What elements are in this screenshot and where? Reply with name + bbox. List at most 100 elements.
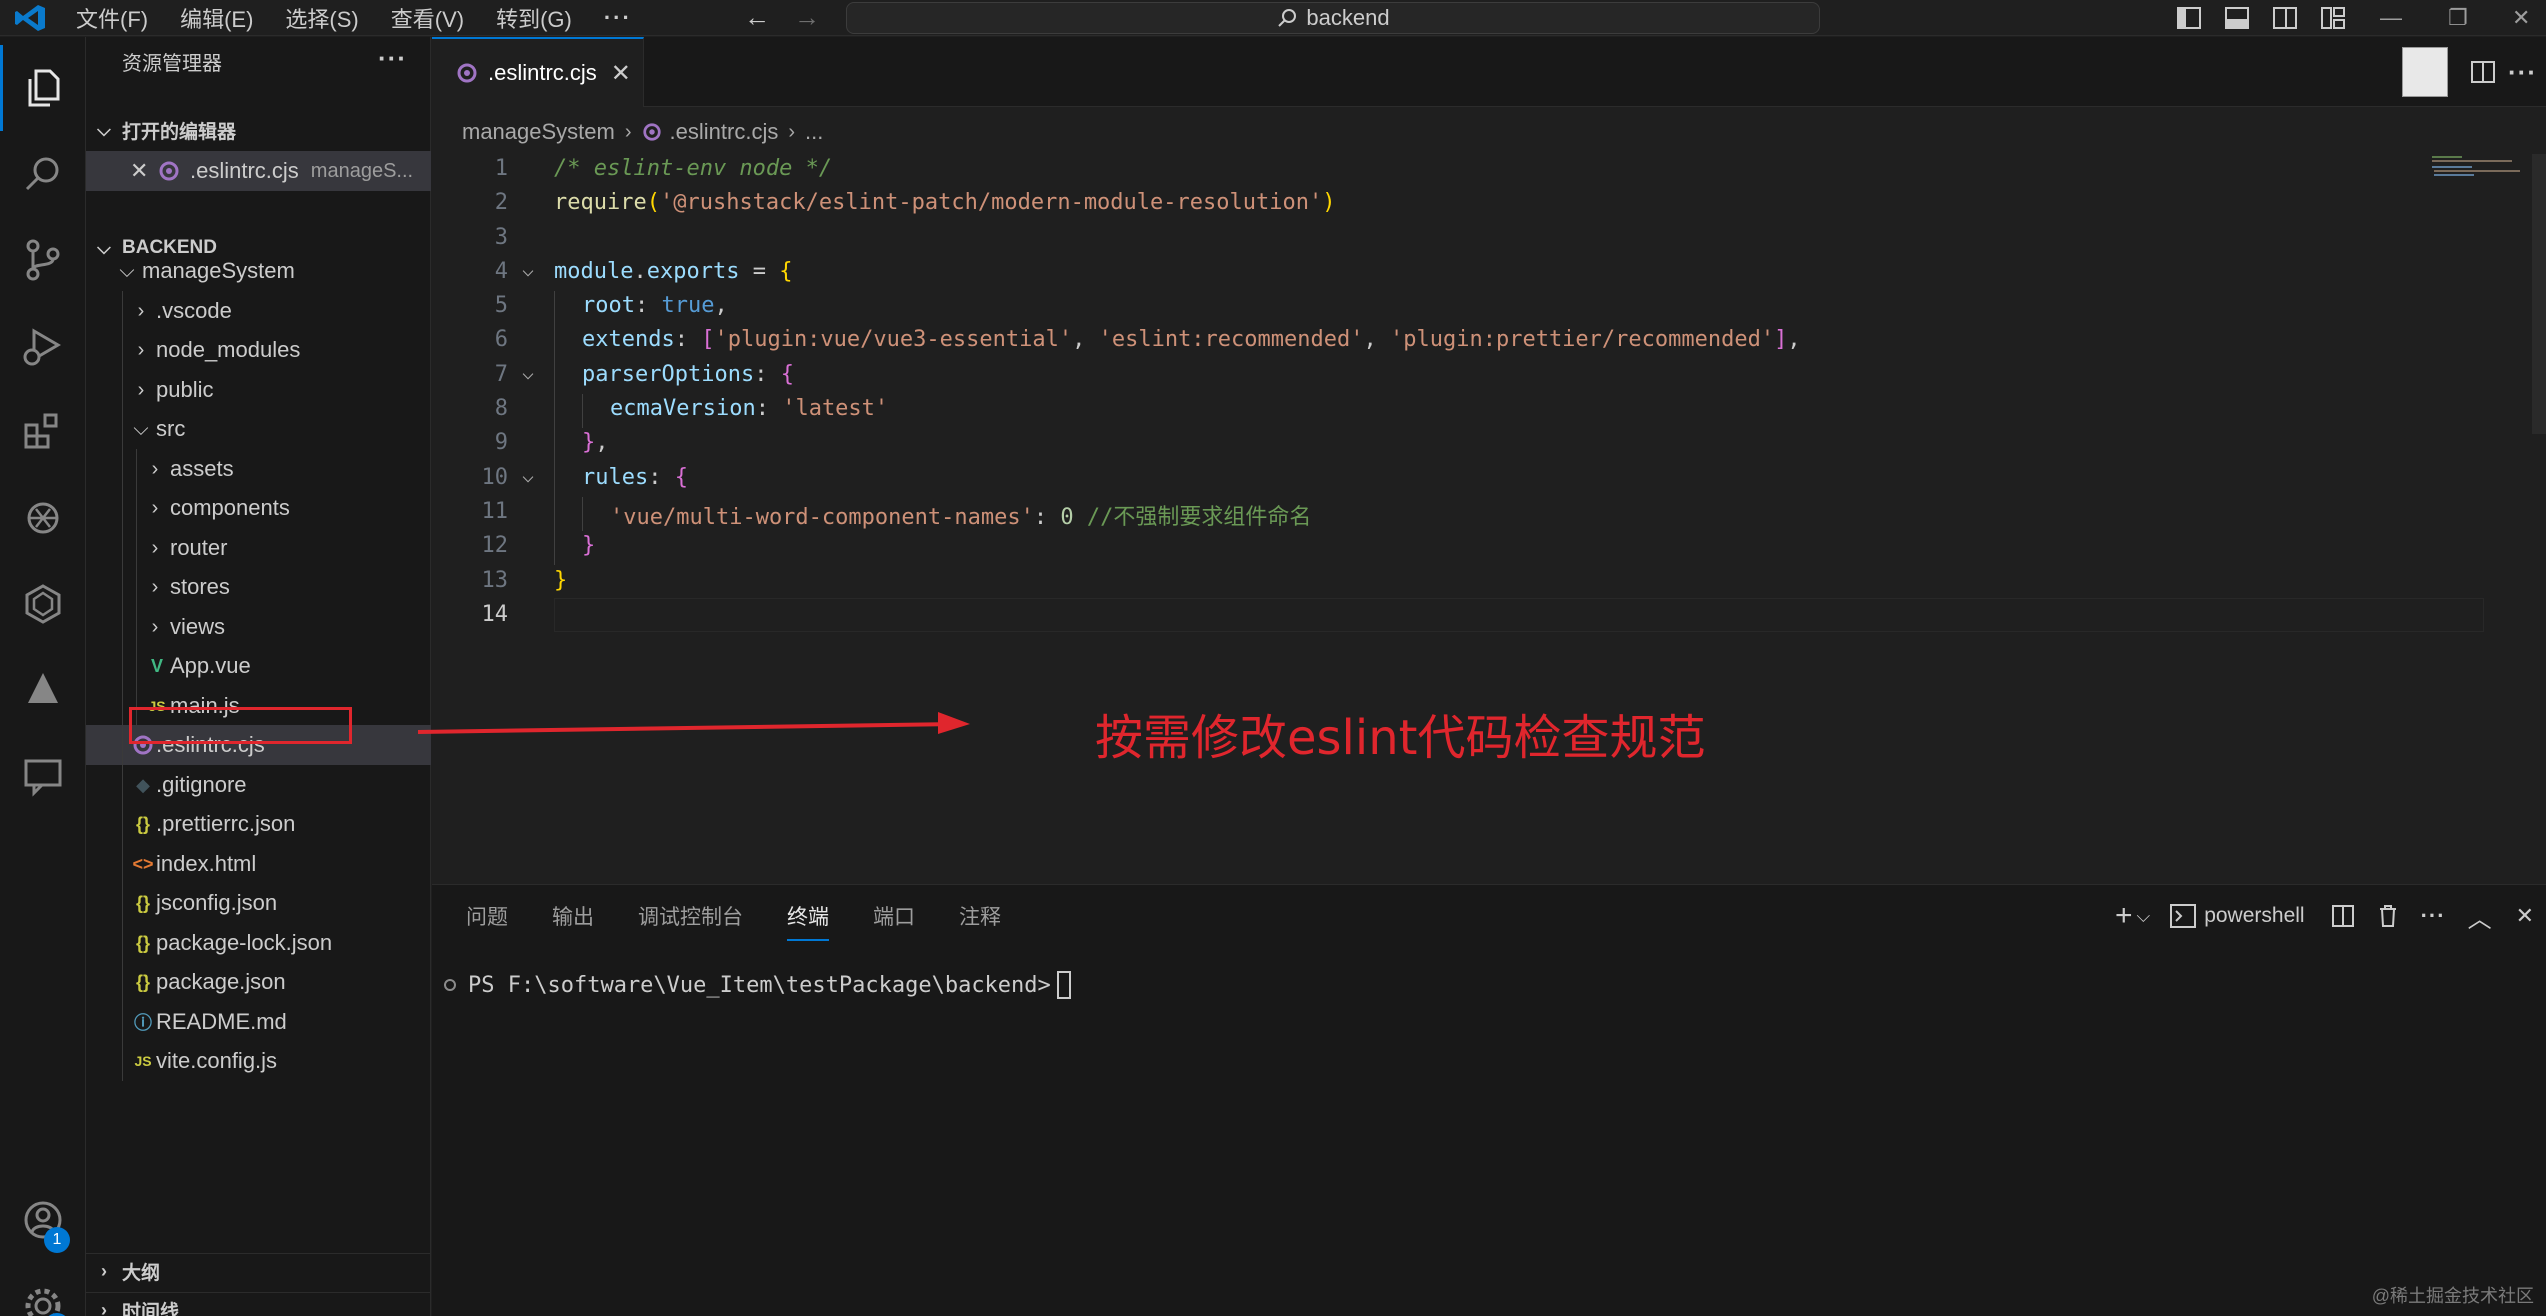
maximize-panel-icon[interactable]: ︿ — [2468, 899, 2492, 934]
editor-scrollbar[interactable] — [2532, 154, 2546, 434]
tree-item-vscode[interactable]: › .vscode — [86, 291, 431, 331]
breadcrumb-folder[interactable]: manageSystem — [462, 119, 615, 145]
tree-item-managesystem[interactable]: ⌵ manageSystem — [86, 251, 431, 291]
panel-tabs: 问题 输出 调试控制台 终端 端口 注释 — [466, 885, 1045, 947]
toggle-panel-icon[interactable] — [2224, 5, 2250, 31]
timeline-header[interactable]: › 时间线 — [86, 1292, 431, 1316]
terminal-shell-name[interactable]: powershell — [2204, 904, 2304, 928]
tab-problems[interactable]: 问题 — [466, 901, 508, 931]
tree-item-jsconfig[interactable]: {} jsconfig.json — [86, 883, 431, 923]
menu-selection[interactable]: 选择(S) — [285, 2, 358, 34]
tree-item-src[interactable]: ⌵ src — [86, 409, 431, 449]
panel-more-icon[interactable]: ··· — [2421, 903, 2446, 929]
menu-go[interactable]: 转到(G) — [496, 2, 572, 34]
tree-item-stores[interactable]: › stores — [86, 567, 431, 607]
line-number: 1 — [494, 156, 508, 181]
code-editor[interactable]: 1 2 3 4 5 6 7 8 9 10 11 12 13 14 ⌵ ⌵ ⌵ /… — [432, 154, 2546, 884]
fold-chevron-icon[interactable]: ⌵ — [522, 257, 534, 281]
menu-view[interactable]: 查看(V) — [391, 2, 464, 34]
title-bar: 文件(F) 编辑(E) 选择(S) 查看(V) 转到(G) ··· ← → ba… — [0, 0, 2546, 36]
outline-header[interactable]: › 大纲 — [86, 1253, 431, 1289]
fold-chevron-icon[interactable]: ⌵ — [522, 360, 534, 384]
tree-item-label: src — [156, 416, 186, 441]
terminal-output[interactable]: PS F:\software\Vue_Item\testPackage\back… — [444, 971, 1071, 999]
close-window-icon[interactable]: ✕ — [2512, 0, 2530, 36]
code-comment: /* eslint-env node */ — [554, 156, 833, 181]
tree-item-label: App.vue — [170, 653, 251, 678]
line-number: 4 — [494, 259, 508, 284]
tab-debug-console[interactable]: 调试控制台 — [638, 901, 743, 931]
menu-edit[interactable]: 编辑(E) — [180, 2, 253, 34]
toggle-secondary-sidebar-icon[interactable] — [2272, 5, 2298, 31]
tree-view-icon[interactable] — [0, 647, 86, 733]
split-terminal-icon[interactable] — [2331, 904, 2355, 928]
customize-layout-icon[interactable] — [2320, 5, 2346, 31]
tree-item-package-lock[interactable]: {} package-lock.json — [86, 923, 431, 963]
toggle-primary-sidebar-icon[interactable] — [2176, 5, 2202, 31]
tree-item-gitignore[interactable]: ◆ .gitignore — [86, 765, 431, 805]
split-editor-icon[interactable] — [2470, 37, 2496, 107]
menu-more-button[interactable]: ··· — [604, 5, 632, 31]
explorer-more-button[interactable]: ··· — [378, 43, 407, 74]
fold-chevron-icon[interactable]: ⌵ — [522, 463, 534, 487]
new-terminal-icon[interactable]: + — [2115, 899, 2133, 933]
chevron-down-icon[interactable]: ⌵ — [2137, 906, 2151, 927]
trash-icon[interactable] — [2377, 904, 2399, 928]
run-debug-icon[interactable] — [0, 303, 86, 389]
tree-item-app-vue[interactable]: V App.vue — [86, 646, 431, 686]
tree-item-public[interactable]: › public — [86, 370, 431, 410]
close-tab-icon[interactable]: ✕ — [611, 59, 631, 88]
tab-output[interactable]: 输出 — [552, 901, 594, 931]
tree-item-readme[interactable]: ⓘ README.md — [86, 1002, 431, 1042]
tree-item-package-json[interactable]: {} package.json — [86, 962, 431, 1002]
tree-item-vite-config[interactable]: JS vite.config.js — [86, 1041, 431, 1081]
tree-item-label: components — [170, 495, 290, 520]
chevron-right-icon: › — [151, 575, 159, 598]
manage-gear-icon[interactable]: 1 — [0, 1263, 86, 1316]
forward-arrow-icon[interactable]: → — [794, 2, 820, 33]
indent-guide — [582, 394, 583, 428]
explorer-icon[interactable] — [0, 45, 86, 131]
comments-icon[interactable] — [0, 733, 86, 819]
open-editor-item[interactable]: ✕ .eslintrc.cjs manageS... — [86, 151, 431, 191]
accounts-icon[interactable]: 1 — [0, 1177, 86, 1263]
source-control-icon[interactable] — [0, 217, 86, 303]
minimize-icon[interactable]: — — [2380, 0, 2402, 36]
chevron-right-icon: › — [137, 378, 145, 401]
tree-item-components[interactable]: › components — [86, 488, 431, 528]
close-panel-icon[interactable]: ✕ — [2516, 903, 2534, 929]
tree-item-router[interactable]: › router — [86, 528, 431, 568]
chevron-down-icon: ⌵ — [133, 417, 149, 440]
tree-item-assets[interactable]: › assets — [86, 449, 431, 489]
command-center-search[interactable]: backend — [846, 2, 1820, 34]
code-token: 'plugin:vue/vue3-essential' — [714, 327, 1073, 352]
tree-item-views[interactable]: › views — [86, 607, 431, 647]
editor-more-icon[interactable]: ··· — [2508, 37, 2537, 107]
tree-item-index-html[interactable]: <> index.html — [86, 844, 431, 884]
close-icon[interactable]: ✕ — [130, 158, 158, 184]
search-icon[interactable] — [0, 131, 86, 217]
code-line: }, — [582, 430, 609, 455]
tab-terminal[interactable]: 终端 — [787, 901, 829, 941]
tree-item-prettierrc[interactable]: {} .prettierrc.json — [86, 804, 431, 844]
remote-explorer-icon[interactable] — [0, 561, 86, 647]
breadcrumb-symbol[interactable]: ... — [805, 119, 823, 145]
tab-comments[interactable]: 注释 — [959, 901, 1001, 931]
restore-icon[interactable]: ❐ — [2448, 0, 2468, 36]
extensions-icon[interactable] — [0, 389, 86, 475]
code-comment: //不强制要求组件命名 — [1073, 505, 1312, 530]
chatgpt-icon[interactable] — [0, 475, 86, 561]
breadcrumb-file[interactable]: .eslintrc.cjs — [670, 119, 779, 145]
code-token: extends — [582, 327, 675, 352]
outline-label: 大纲 — [122, 1263, 161, 1284]
open-editors-header[interactable]: ⌵ 打开的编辑器 — [86, 112, 431, 148]
tab-ports[interactable]: 端口 — [873, 901, 915, 931]
code-token: } — [582, 533, 596, 558]
minimap[interactable] — [2432, 154, 2522, 184]
menu-file[interactable]: 文件(F) — [76, 2, 148, 34]
tree-item-node-modules[interactable]: › node_modules — [86, 330, 431, 370]
back-arrow-icon[interactable]: ← — [744, 2, 770, 33]
code-line: rules: { — [582, 465, 688, 490]
tab-eslintrc[interactable]: .eslintrc.cjs ✕ — [432, 37, 644, 107]
tab-label: .eslintrc.cjs — [488, 60, 597, 85]
